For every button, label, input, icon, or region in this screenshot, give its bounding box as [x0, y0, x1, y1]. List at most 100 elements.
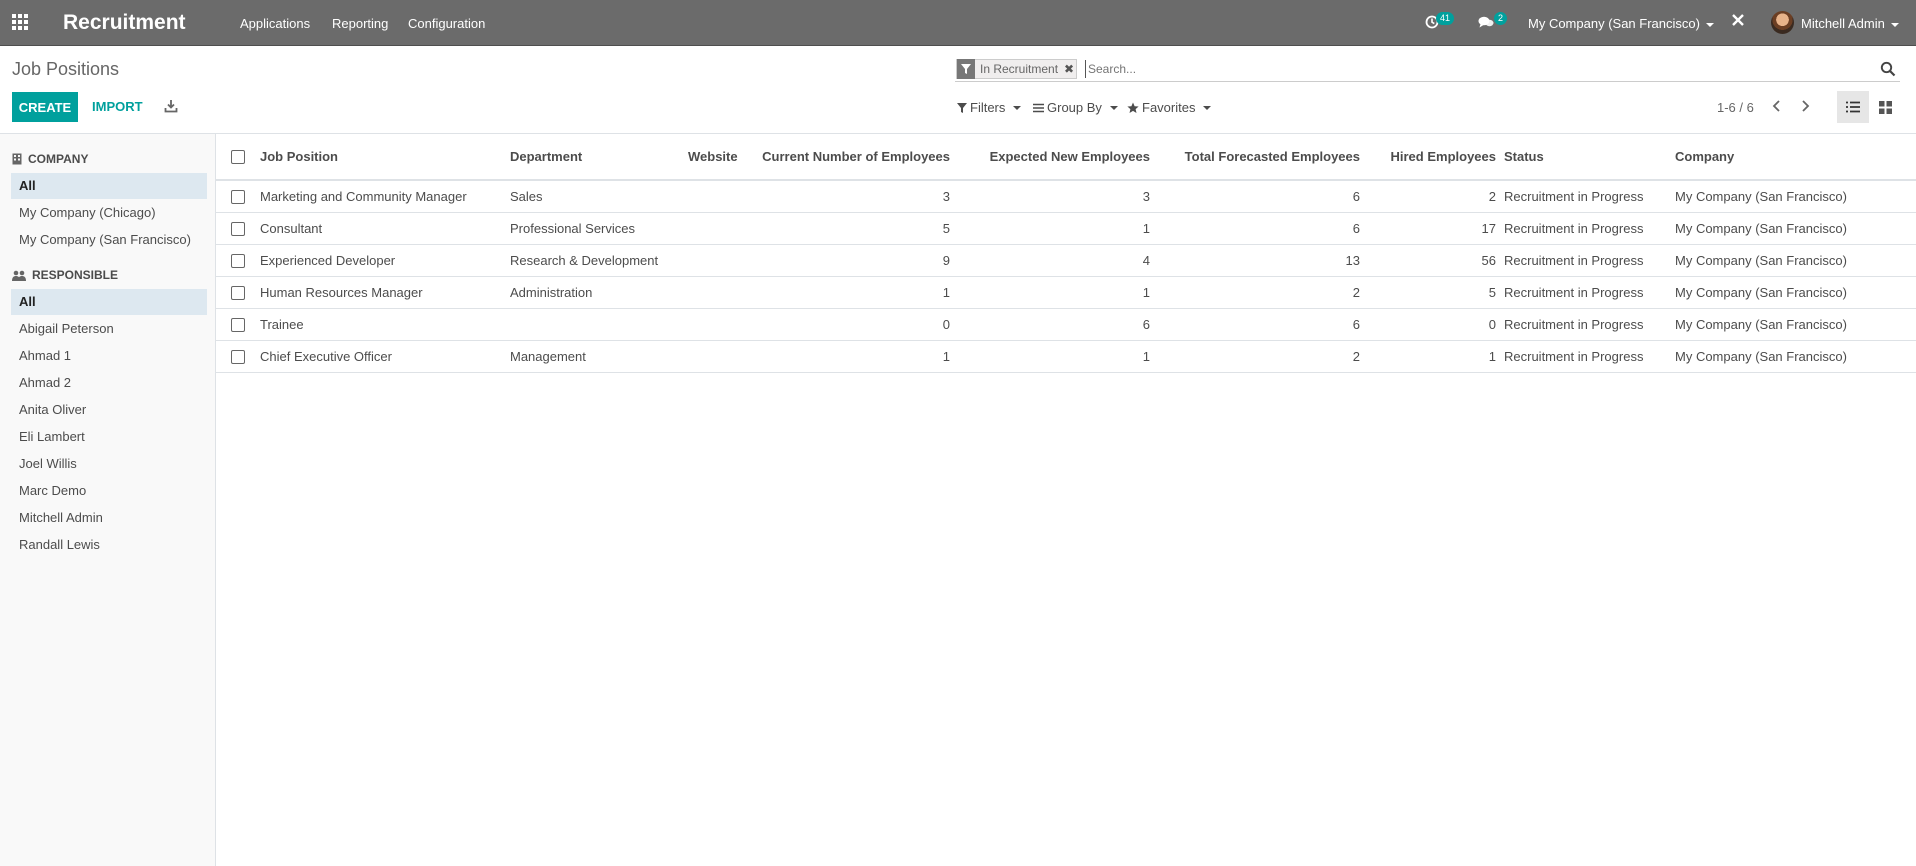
- cell-expected-new: 1: [954, 276, 1154, 309]
- table-row[interactable]: Human Resources Manager Administration 1…: [216, 276, 1916, 309]
- column-header-hired[interactable]: Hired Employees: [1364, 134, 1500, 181]
- cell-job-position: Chief Executive Officer: [256, 340, 506, 373]
- messaging-menu[interactable]: 2: [1478, 12, 1508, 32]
- cell-current-employees: 1: [754, 340, 954, 373]
- table-row[interactable]: Marketing and Community Manager Sales 3 …: [216, 180, 1916, 213]
- cell-website: [684, 180, 754, 213]
- download-icon[interactable]: [164, 99, 178, 113]
- row-checkbox[interactable]: [231, 349, 245, 364]
- company-filter-chicago[interactable]: My Company (Chicago): [11, 200, 207, 226]
- close-debug-button[interactable]: [1731, 13, 1745, 30]
- responsible-filter-item[interactable]: Joel Willis: [11, 451, 207, 477]
- apps-menu-icon[interactable]: [12, 14, 30, 32]
- cell-hired: 1: [1364, 340, 1500, 373]
- company-header-label: COMPANY: [28, 152, 89, 166]
- select-all-checkbox[interactable]: [231, 150, 245, 165]
- company-switcher[interactable]: My Company (San Francisco): [1528, 16, 1714, 31]
- cell-website: [684, 340, 754, 373]
- table-row[interactable]: Consultant Professional Services 5 1 6 1…: [216, 212, 1916, 245]
- cell-status: Recruitment in Progress: [1500, 340, 1671, 373]
- cell-hired: 17: [1364, 212, 1500, 245]
- menu-applications[interactable]: Applications: [240, 16, 310, 31]
- column-header-website[interactable]: Website: [684, 134, 754, 181]
- menu-reporting[interactable]: Reporting: [332, 16, 388, 31]
- cell-website: [684, 276, 754, 309]
- column-header-total-forecasted[interactable]: Total Forecasted Employees: [1154, 134, 1364, 181]
- cell-job-position: Consultant: [256, 212, 506, 245]
- cell-website: [684, 244, 754, 277]
- user-menu[interactable]: Mitchell Admin: [1801, 16, 1899, 31]
- responsible-filter-item[interactable]: Ahmad 2: [11, 370, 207, 396]
- chevron-right-icon[interactable]: [1798, 99, 1812, 113]
- search-icon[interactable]: [1880, 61, 1896, 77]
- column-header-current-employees[interactable]: Current Number of Employees: [754, 134, 954, 181]
- facet-label: In Recruitment: [980, 62, 1059, 76]
- row-checkbox[interactable]: [231, 190, 245, 205]
- chevron-down-icon: [1013, 105, 1022, 110]
- row-checkbox[interactable]: [231, 221, 245, 236]
- responsible-filter-item[interactable]: Mitchell Admin: [11, 505, 207, 531]
- search-input[interactable]: [1085, 60, 1825, 78]
- funnel-icon: [957, 59, 975, 79]
- cell-department: Sales: [506, 180, 684, 213]
- table-row[interactable]: Trainee 0 6 6 0 Recruitment in Progress …: [216, 308, 1916, 341]
- cell-job-position: Marketing and Community Manager: [256, 180, 506, 213]
- search-bar: In Recruitment ✖: [955, 56, 1900, 82]
- column-header-company[interactable]: Company: [1671, 134, 1916, 181]
- column-header-department[interactable]: Department: [506, 134, 684, 181]
- favorites-dropdown[interactable]: Favorites: [1127, 100, 1212, 115]
- menu-configuration[interactable]: Configuration: [408, 16, 485, 31]
- cell-hired: 2: [1364, 180, 1500, 213]
- column-header-status[interactable]: Status: [1500, 134, 1671, 181]
- cell-website: [684, 308, 754, 341]
- kanban-view-button[interactable]: [1869, 91, 1901, 123]
- chevron-left-icon[interactable]: [1770, 99, 1784, 113]
- chevron-down-icon: [1109, 105, 1118, 110]
- app-title[interactable]: Recruitment: [63, 11, 186, 35]
- funnel-icon: [957, 102, 967, 113]
- chat-bubbles-icon: [1478, 16, 1494, 28]
- cell-current-employees: 1: [754, 276, 954, 309]
- responsible-filter-header: RESPONSIBLE: [12, 268, 118, 282]
- cell-total-forecasted: 6: [1154, 180, 1364, 213]
- kanban-view-icon: [1878, 100, 1892, 114]
- cell-current-employees: 5: [754, 212, 954, 245]
- cell-company: My Company (San Francisco): [1671, 244, 1916, 277]
- facet-remove-icon[interactable]: ✖: [1062, 62, 1076, 76]
- activity-count-badge: 41: [1436, 12, 1455, 25]
- cell-hired: 5: [1364, 276, 1500, 309]
- cell-status: Recruitment in Progress: [1500, 276, 1671, 309]
- close-icon: [1732, 14, 1744, 26]
- create-button[interactable]: CREATE: [12, 92, 78, 122]
- responsible-filter-item[interactable]: Randall Lewis: [11, 532, 207, 558]
- cell-company: My Company (San Francisco): [1671, 180, 1916, 213]
- groupby-dropdown[interactable]: Group By: [1033, 100, 1118, 115]
- column-header-expected-new[interactable]: Expected New Employees: [954, 134, 1154, 181]
- table-row[interactable]: Chief Executive Officer Management 1 1 2…: [216, 340, 1916, 373]
- column-header-job-position[interactable]: Job Position: [256, 134, 506, 181]
- cell-company: My Company (San Francisco): [1671, 212, 1916, 245]
- responsible-filter-item[interactable]: Ahmad 1: [11, 343, 207, 369]
- page-title: Job Positions: [12, 59, 120, 79]
- filters-dropdown[interactable]: Filters: [957, 100, 1022, 115]
- row-checkbox[interactable]: [231, 285, 245, 300]
- cell-status: Recruitment in Progress: [1500, 180, 1671, 213]
- responsible-filter-item[interactable]: Eli Lambert: [11, 424, 207, 450]
- company-filter-san-francisco[interactable]: My Company (San Francisco): [11, 227, 207, 253]
- responsible-filter-all[interactable]: All: [11, 289, 207, 315]
- responsible-filter-item[interactable]: Abigail Peterson: [11, 316, 207, 342]
- pager-value[interactable]: 1-6 / 6: [1717, 100, 1754, 115]
- row-checkbox[interactable]: [231, 253, 245, 268]
- row-checkbox[interactable]: [231, 317, 245, 332]
- avatar[interactable]: [1771, 11, 1794, 34]
- table-row[interactable]: Experienced Developer Research & Develop…: [216, 244, 1916, 277]
- list-view-button[interactable]: [1837, 91, 1869, 123]
- company-filter-all[interactable]: All: [11, 173, 207, 199]
- search-panel: COMPANY All My Company (Chicago) My Comp…: [0, 133, 216, 866]
- list-table: Job Position Department Website Current …: [216, 134, 1916, 373]
- responsible-filter-item[interactable]: Anita Oliver: [11, 397, 207, 423]
- responsible-filter-item[interactable]: Marc Demo: [11, 478, 207, 504]
- import-button[interactable]: IMPORT: [92, 99, 143, 114]
- activity-menu[interactable]: 41: [1425, 12, 1455, 32]
- row-select-cell: [216, 308, 256, 341]
